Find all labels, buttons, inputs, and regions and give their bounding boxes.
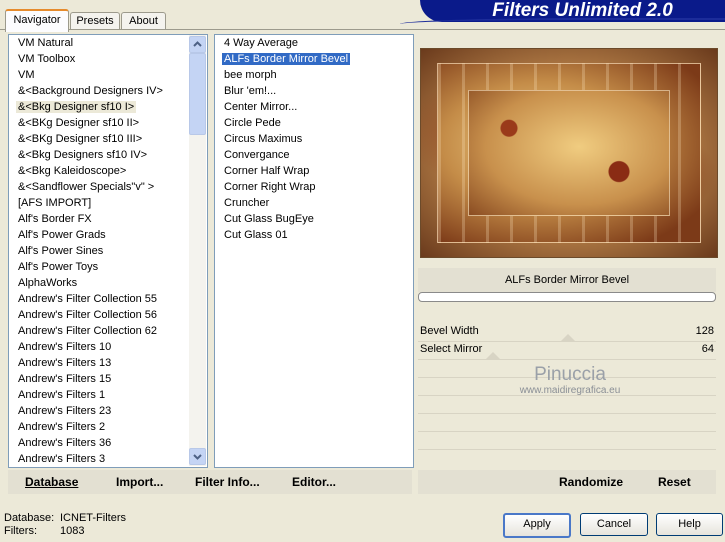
- list-item[interactable]: Corner Half Wrap: [215, 163, 413, 179]
- list-item[interactable]: Center Mirror...: [215, 99, 413, 115]
- apply-button[interactable]: Apply: [503, 513, 571, 538]
- preview-center: [468, 90, 670, 216]
- list-item[interactable]: Andrew's Filter Collection 56: [9, 307, 207, 323]
- filters-count-value: 1083: [60, 525, 85, 537]
- right-button-bar: Randomize Reset: [418, 470, 716, 494]
- list-item[interactable]: Andrew's Filters 3: [9, 451, 207, 467]
- watermark-site: www.maidiregrafica.eu: [519, 385, 621, 396]
- list-item[interactable]: &<Bkg Kaleidoscope>: [9, 163, 207, 179]
- progress-bar: [418, 292, 716, 302]
- list-item[interactable]: Alf's Border FX: [9, 211, 207, 227]
- left-button-bar: Database Import... Filter Info... Editor…: [8, 470, 412, 494]
- slider-value: 128: [695, 325, 714, 337]
- list-item[interactable]: VM: [9, 67, 207, 83]
- slider-empty: [418, 396, 716, 414]
- filter-list[interactable]: 4 Way Average ALFs Border Mirror Bevel b…: [214, 34, 414, 468]
- slider-thumb[interactable]: [486, 352, 500, 359]
- list-item[interactable]: &<Bkg Designers sf10 IV>: [9, 147, 207, 163]
- preview-frame: [437, 63, 701, 243]
- list-item[interactable]: Blur 'em!...: [215, 83, 413, 99]
- selected-filter-name: ALFs Border Mirror Bevel: [418, 268, 716, 292]
- list-item[interactable]: Convergance: [215, 147, 413, 163]
- scroll-down-button[interactable]: [189, 448, 206, 465]
- cancel-button[interactable]: Cancel: [580, 513, 648, 536]
- list-item[interactable]: 4 Way Average: [215, 35, 413, 51]
- slider-value: 64: [701, 343, 714, 355]
- list-item[interactable]: Cut Glass 01: [215, 227, 413, 243]
- reset-button[interactable]: Reset: [658, 470, 691, 494]
- list-item[interactable]: Andrew's Filters 15: [9, 371, 207, 387]
- list-item[interactable]: Cruncher: [215, 195, 413, 211]
- filter-info-button[interactable]: Filter Info...: [195, 470, 260, 494]
- editor-button[interactable]: Editor...: [292, 470, 336, 494]
- list-item[interactable]: Andrew's Filter Collection 55: [9, 291, 207, 307]
- list-item-selected[interactable]: &<Bkg Designer sf10 I>: [9, 99, 207, 115]
- banner-title: Filters Unlimited 2.0: [492, 0, 673, 21]
- list-item[interactable]: &<BKg Designer sf10 II>: [9, 115, 207, 131]
- list-item[interactable]: Corner Right Wrap: [215, 179, 413, 195]
- list-item[interactable]: Alf's Power Sines: [9, 243, 207, 259]
- filters-count-label: Filters:: [4, 525, 37, 537]
- database-label: Database:: [4, 512, 55, 524]
- list-item[interactable]: &<Background Designers IV>: [9, 83, 207, 99]
- list-item[interactable]: Alf's Power Grads: [9, 227, 207, 243]
- help-button[interactable]: Help: [656, 513, 723, 536]
- slider-thumb[interactable]: [561, 334, 575, 341]
- randomize-button[interactable]: Randomize: [559, 470, 623, 494]
- list-item[interactable]: Andrew's Filters 10: [9, 339, 207, 355]
- list-item[interactable]: Andrew's Filters 13: [9, 355, 207, 371]
- chevron-up-icon: [193, 41, 202, 47]
- list-item[interactable]: Cut Glass BugEye: [215, 211, 413, 227]
- database-value: ICNET-Filters: [60, 512, 126, 524]
- list-item[interactable]: &<BKg Designer sf10 III>: [9, 131, 207, 147]
- preview-image: [420, 48, 718, 258]
- list-item[interactable]: Andrew's Filters 2: [9, 419, 207, 435]
- scroll-up-button[interactable]: [189, 36, 206, 53]
- slider-empty: [418, 432, 716, 450]
- scroll-thumb[interactable]: [189, 53, 206, 135]
- slider-select-mirror[interactable]: Select Mirror 64: [418, 342, 716, 360]
- slider-empty: [418, 414, 716, 432]
- list-item[interactable]: Andrew's Filters 1: [9, 387, 207, 403]
- list-item[interactable]: Andrew's Filters 23: [9, 403, 207, 419]
- list-item[interactable]: Andrew's Filters 36: [9, 435, 207, 451]
- list-item[interactable]: Alf's Power Toys: [9, 259, 207, 275]
- import-button[interactable]: Import...: [116, 470, 163, 494]
- watermark-name: Pinuccia: [534, 364, 606, 385]
- tab-divider: [0, 29, 725, 30]
- slider-label: Bevel Width: [420, 325, 479, 337]
- list-item[interactable]: Andrew's Filter Collection 62: [9, 323, 207, 339]
- list-item[interactable]: &<Sandflower Specials"v" >: [9, 179, 207, 195]
- tab-presets[interactable]: Presets: [70, 12, 120, 30]
- category-scrollbar[interactable]: [189, 35, 206, 466]
- list-item[interactable]: bee morph: [215, 67, 413, 83]
- list-item[interactable]: VM Toolbox: [9, 51, 207, 67]
- list-item[interactable]: VM Natural: [9, 35, 207, 51]
- list-item[interactable]: Circus Maximus: [215, 131, 413, 147]
- slider-label: Select Mirror: [420, 343, 483, 355]
- list-item[interactable]: [AFS IMPORT]: [9, 195, 207, 211]
- chevron-down-icon: [193, 454, 202, 460]
- category-list[interactable]: VM Natural VM Toolbox VM &<Background De…: [8, 34, 208, 468]
- database-button[interactable]: Database: [25, 470, 78, 494]
- tab-navigator[interactable]: Navigator: [5, 9, 69, 32]
- list-item[interactable]: Circle Pede: [215, 115, 413, 131]
- slider-bevel-width[interactable]: Bevel Width 128: [418, 324, 716, 342]
- list-item[interactable]: AlphaWorks: [9, 275, 207, 291]
- list-item-selected[interactable]: ALFs Border Mirror Bevel: [215, 51, 413, 67]
- tab-about[interactable]: About: [121, 12, 166, 30]
